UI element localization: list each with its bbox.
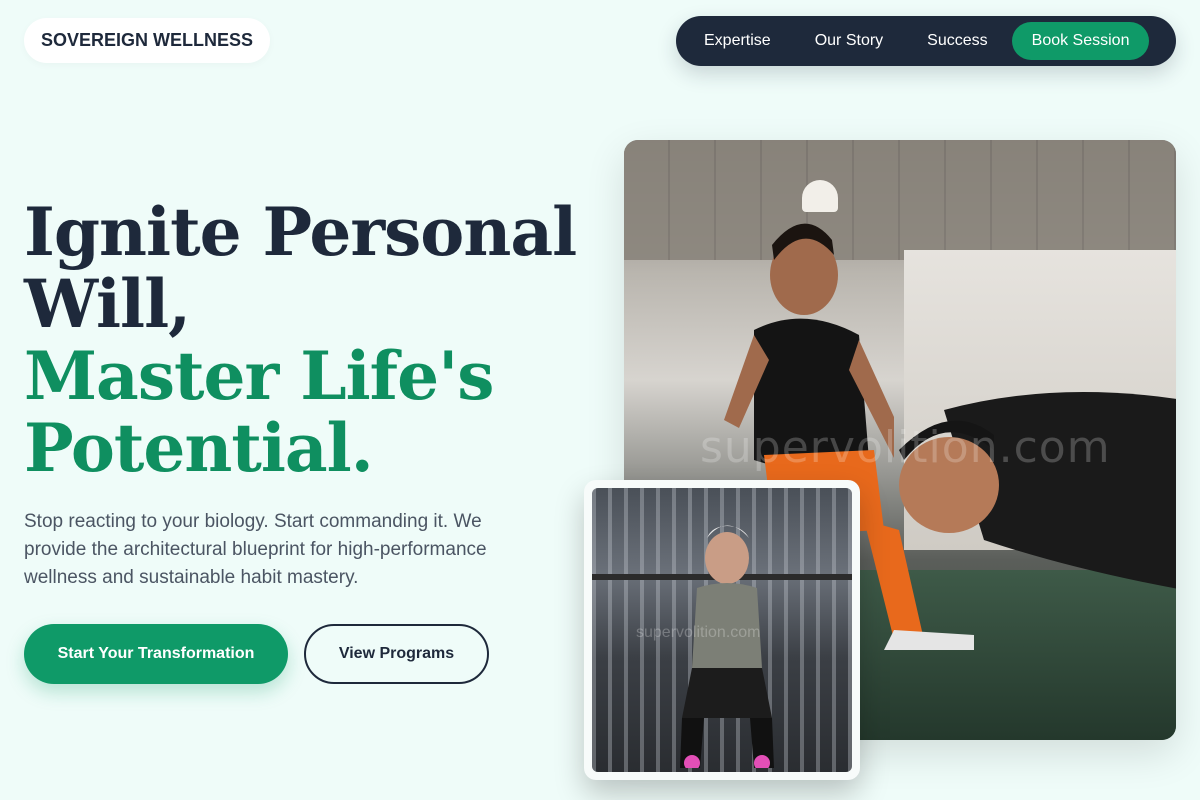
headline-line-2: Will, xyxy=(24,265,191,343)
brand-logo[interactable]: SOVEREIGN WELLNESS xyxy=(24,18,271,63)
brand-name: SOVEREIGN WELLNESS xyxy=(41,30,254,50)
headline-line-3: Master Life's xyxy=(24,337,494,415)
inset-photo-powerlifter-squat: supervolition.com xyxy=(592,488,852,772)
book-session-button[interactable]: Book Session xyxy=(1011,22,1150,60)
hero-watermark: supervolition.com xyxy=(700,422,1111,473)
inset-watermark: supervolition.com xyxy=(636,624,761,641)
inset-photo-card: supervolition.com xyxy=(584,480,860,780)
nav-link-expertise[interactable]: Expertise xyxy=(682,22,793,60)
headline-line-4: Potential. xyxy=(24,409,374,487)
hero-headline: Ignite Personal Will, Master Life's Pote… xyxy=(24,196,604,484)
headline-line-1: Ignite Personal xyxy=(24,193,577,271)
photo-lifter-figure xyxy=(680,525,774,768)
nav-link-success[interactable]: Success xyxy=(905,22,1009,60)
main-nav: Expertise Our Story Success Book Session xyxy=(676,16,1176,66)
view-programs-button[interactable]: View Programs xyxy=(304,624,489,684)
start-transformation-button[interactable]: Start Your Transformation xyxy=(24,624,288,684)
hero-subtitle: Stop reacting to your biology. Start com… xyxy=(24,511,487,588)
nav-link-our-story[interactable]: Our Story xyxy=(793,22,905,60)
